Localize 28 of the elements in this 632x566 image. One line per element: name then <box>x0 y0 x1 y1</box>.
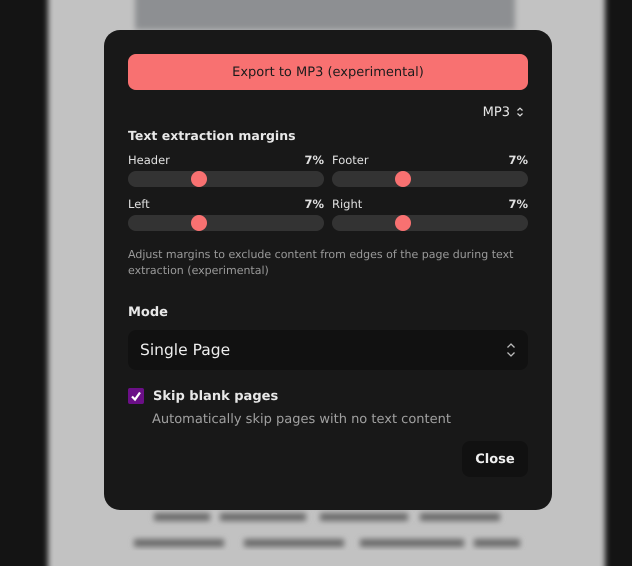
slider-track[interactable] <box>128 215 324 231</box>
mode-label: Mode <box>128 305 169 320</box>
checkbox[interactable] <box>128 388 144 404</box>
slider-value: 7% <box>508 197 528 211</box>
slider-thumb[interactable] <box>394 215 411 231</box>
chevron-up-down-icon <box>506 342 516 358</box>
slider-value: 7% <box>508 153 528 167</box>
section-title: Text extraction margins <box>128 128 297 143</box>
format-select[interactable]: MP3 <box>482 104 528 120</box>
checkbox-description: Automatically skip pages with no text content <box>152 412 452 427</box>
slider-value: 7% <box>304 153 324 167</box>
slider-track[interactable] <box>332 215 528 231</box>
slider-thumb[interactable] <box>190 215 207 231</box>
slider-label: Header <box>128 153 170 167</box>
slider-label: Left <box>128 197 150 211</box>
slider-track[interactable] <box>128 171 324 187</box>
slider-thumb[interactable] <box>190 171 207 187</box>
slider-thumb[interactable] <box>394 171 411 187</box>
mode-select[interactable]: Single Page <box>128 330 528 370</box>
export-button[interactable]: Export to MP3 (experimental) <box>128 54 528 90</box>
help-text: Adjust margins to exclude content from edges of the page during text extraction (experimental) <box>128 247 514 279</box>
close-button[interactable]: Close <box>462 441 528 477</box>
slider-label: Right <box>332 197 362 211</box>
chevron-up-down-icon <box>516 107 524 117</box>
slider-track[interactable] <box>332 171 528 187</box>
checkbox-label: Skip blank pages <box>153 388 278 404</box>
slider-label: Footer <box>332 153 369 167</box>
slider-value: 7% <box>304 197 324 211</box>
